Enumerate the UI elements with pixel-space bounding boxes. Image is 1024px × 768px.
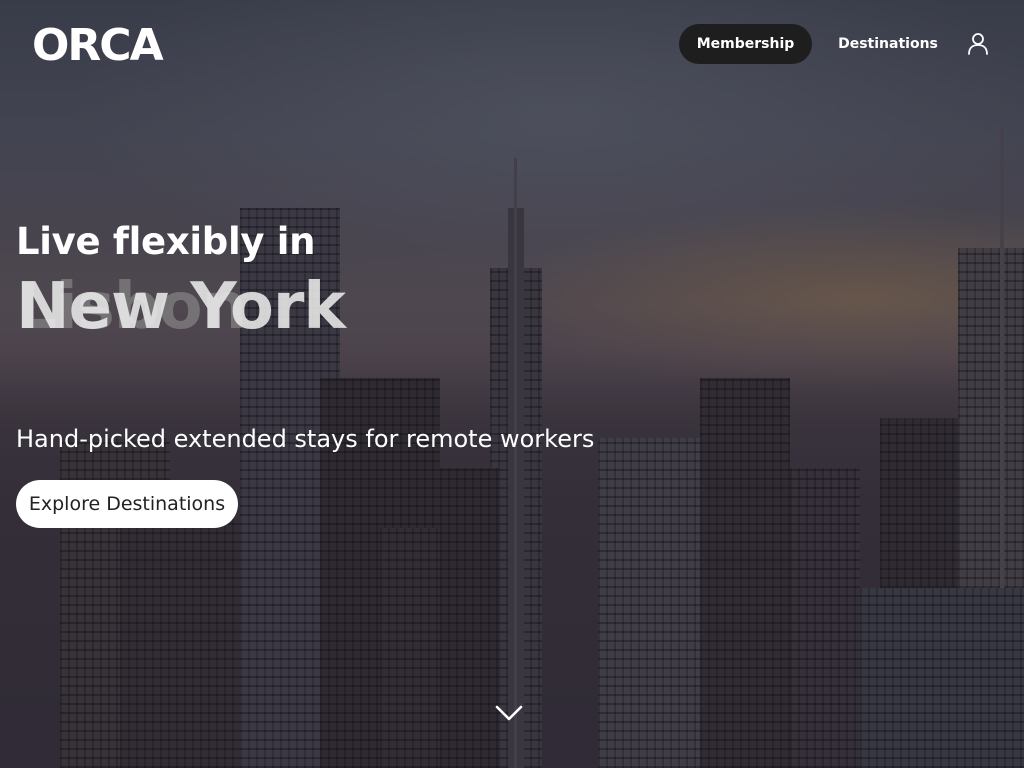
user-icon xyxy=(968,33,988,55)
top-nav: ORCA Membership Destinations xyxy=(0,0,1024,88)
orca-logo[interactable]: ORCA xyxy=(32,20,188,71)
orca-logo-mark: ORCA xyxy=(32,20,166,71)
chevron-down-icon xyxy=(495,705,523,721)
account-button[interactable] xyxy=(962,28,994,60)
membership-button[interactable]: Membership xyxy=(679,24,812,64)
city-rotator: Lisbon New York xyxy=(16,270,376,350)
explore-destinations-button[interactable]: Explore Destinations xyxy=(16,480,238,528)
hero-eyebrow: Live flexibly in xyxy=(16,220,316,263)
logo-text: ORCA xyxy=(32,22,164,66)
hero-subtitle: Hand-picked extended stays for remote wo… xyxy=(16,425,595,453)
destinations-link[interactable]: Destinations xyxy=(824,24,952,64)
scroll-down-button[interactable] xyxy=(494,700,524,726)
hero-overlay xyxy=(0,0,1024,768)
city-name: New York xyxy=(16,270,346,344)
hero-background xyxy=(0,0,1024,768)
